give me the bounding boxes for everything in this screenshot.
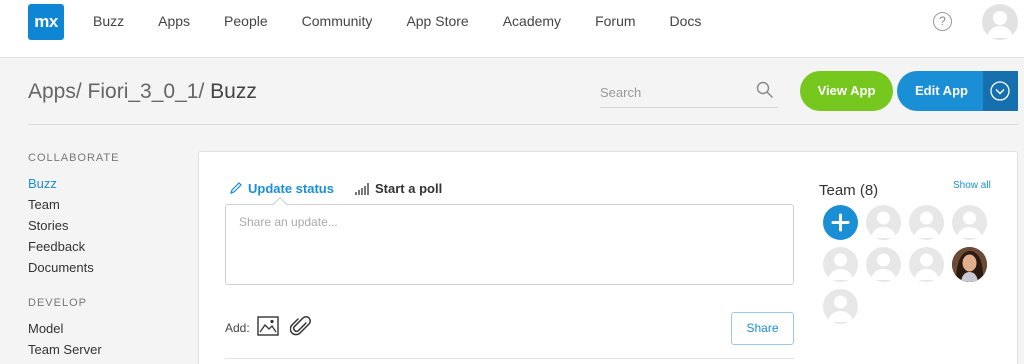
avatar-placeholder-icon <box>871 211 896 238</box>
nav-links: Buzz Apps People Community App Store Aca… <box>93 13 735 29</box>
sidebar-item-buzz[interactable]: Buzz <box>28 176 57 191</box>
edit-app-button[interactable]: Edit App <box>897 71 1018 111</box>
nav-item-forum[interactable]: Forum <box>595 13 635 29</box>
edit-app-label: Edit App <box>915 83 968 98</box>
avatar-placeholder-icon <box>914 211 939 238</box>
breadcrumb-app-name[interactable]: Fiori_3_0_1/ <box>88 80 205 103</box>
team-member-avatar[interactable] <box>909 247 944 282</box>
view-app-button[interactable]: View App <box>800 71 893 111</box>
edit-app-dropdown[interactable] <box>983 71 1018 111</box>
tab-update-status-label: Update status <box>248 181 334 196</box>
poll-bars-icon <box>355 183 369 195</box>
avatar-placeholder-icon <box>828 253 853 280</box>
header-divider <box>28 124 1018 125</box>
show-all-link[interactable]: Show all <box>953 180 991 191</box>
plus-icon <box>831 213 850 232</box>
pencil-icon <box>230 182 242 194</box>
search-input[interactable] <box>600 80 750 104</box>
breadcrumb-current: Buzz <box>210 80 257 103</box>
team-member-avatar[interactable] <box>952 205 987 240</box>
sidebar-item-model[interactable]: Model <box>28 321 63 336</box>
nav-item-apps[interactable]: Apps <box>158 13 190 29</box>
share-update-textarea[interactable] <box>226 205 793 284</box>
composer-divider <box>225 358 794 359</box>
nav-item-academy[interactable]: Academy <box>503 13 561 29</box>
help-icon[interactable]: ? <box>933 12 952 31</box>
user-photo-icon <box>952 247 987 282</box>
team-member-avatar[interactable] <box>823 247 858 282</box>
nav-item-people[interactable]: People <box>224 13 268 29</box>
breadcrumb-apps[interactable]: Apps/ <box>28 80 82 103</box>
top-navigation: mx Buzz Apps People Community App Store … <box>0 0 1024 58</box>
team-member-avatar[interactable] <box>823 289 858 324</box>
add-team-member-button[interactable] <box>823 205 858 240</box>
team-member-avatar[interactable] <box>866 247 901 282</box>
avatar-placeholder-icon <box>871 253 896 280</box>
avatar-placeholder-icon <box>957 211 982 238</box>
paperclip-icon[interactable] <box>290 315 312 339</box>
share-button[interactable]: Share <box>731 312 794 345</box>
tab-update-status[interactable]: Update status <box>229 181 334 196</box>
breadcrumb: Apps/ Fiori_3_0_1/ Buzz <box>28 80 257 104</box>
search-icon[interactable] <box>756 81 774 99</box>
avatar-placeholder-icon <box>914 253 939 280</box>
sidebar-item-team-server[interactable]: Team Server <box>28 342 102 357</box>
image-icon[interactable] <box>257 316 279 336</box>
team-member-avatar[interactable] <box>909 205 944 240</box>
avatar-placeholder-icon <box>828 295 853 322</box>
nav-item-buzz[interactable]: Buzz <box>93 13 124 29</box>
search-box <box>600 80 778 108</box>
team-member-avatar[interactable] <box>866 205 901 240</box>
add-label: Add: <box>225 321 250 335</box>
tab-start-poll[interactable]: Start a poll <box>355 181 442 196</box>
sidebar-item-feedback[interactable]: Feedback <box>28 239 85 254</box>
mendix-logo[interactable]: mx <box>28 4 64 40</box>
chevron-down-icon <box>990 81 1010 101</box>
avatar-placeholder-icon <box>987 11 1013 38</box>
nav-item-community[interactable]: Community <box>302 13 373 29</box>
buzz-panel: Update status Start a poll Add: Share Te… <box>198 151 1018 364</box>
sidebar-item-team[interactable]: Team <box>28 197 60 212</box>
update-box <box>225 204 794 285</box>
nav-item-app-store[interactable]: App Store <box>406 13 468 29</box>
team-member-photo-avatar[interactable] <box>952 247 987 282</box>
nav-item-docs[interactable]: Docs <box>670 13 702 29</box>
sidebar-item-documents[interactable]: Documents <box>28 260 94 275</box>
sidebar-item-stories[interactable]: Stories <box>28 218 68 233</box>
sidebar-heading-collaborate: COLLABORATE <box>28 152 120 164</box>
user-avatar[interactable] <box>982 4 1018 40</box>
team-title: Team (8) <box>819 182 879 199</box>
tab-start-poll-label: Start a poll <box>375 181 443 196</box>
sidebar-heading-develop: DEVELOP <box>28 297 87 309</box>
